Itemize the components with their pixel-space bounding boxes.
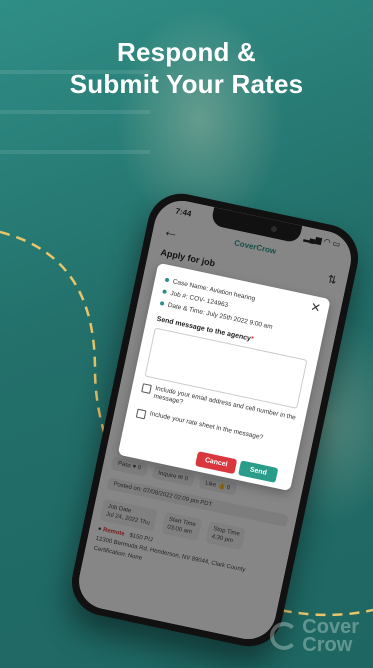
brand-name-line-2: Crow [302,634,353,656]
send-button[interactable]: Send [238,460,279,483]
brand-watermark: Cover Crow [270,617,359,656]
camera-icon [270,225,278,233]
include-contact-checkbox[interactable] [141,383,152,394]
page-title: Respond & Submit Your Rates [0,36,373,100]
headline-line-1: Respond & [116,37,257,67]
brand-logo-icon [270,622,299,650]
required-mark: * [249,335,255,344]
bullet-icon [164,277,170,283]
bullet-icon [162,289,167,295]
brand-name: Cover Crow [302,617,359,656]
bullet-icon [159,301,165,307]
promo-screen: Respond & Submit Your Rates 7:44 ▂▄▆ ◠ ▭… [0,0,373,668]
include-rate-sheet-checkbox[interactable] [135,408,147,420]
close-icon[interactable]: ✕ [309,300,322,316]
cancel-button[interactable]: Cancel [195,451,238,475]
headline-line-2: Submit Your Rates [69,69,304,99]
